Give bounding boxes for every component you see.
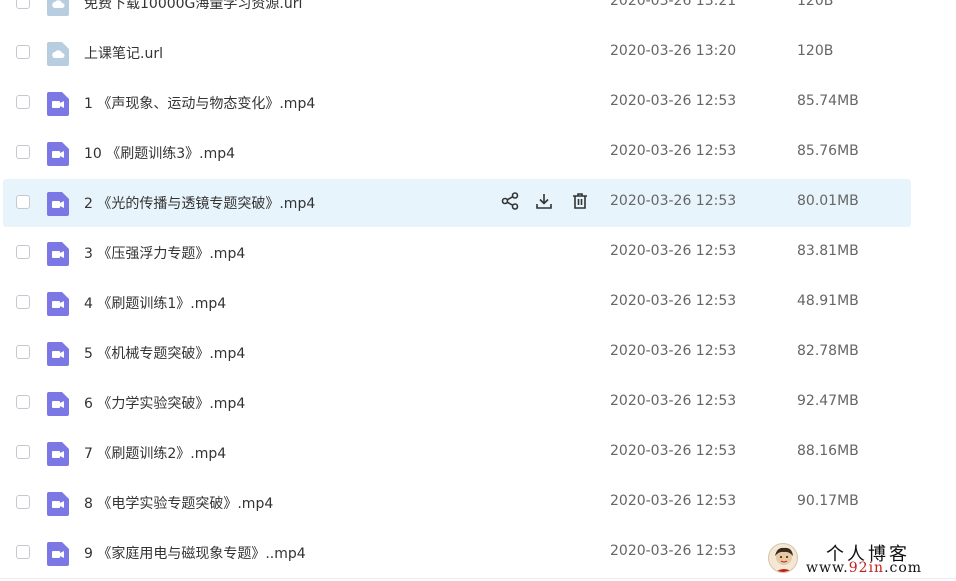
file-row[interactable]: 免费下载10000G海量学习资源.url 2020-03-26 13:21 120B [0, 0, 956, 28]
file-row[interactable]: 7 《刷题训练2》.mp4 2020-03-26 12:53 88.16MB [0, 428, 956, 478]
file-list: 免费下载10000G海量学习资源.url 2020-03-26 13:21 120B… [0, 0, 956, 578]
video-file-icon [47, 292, 69, 316]
row-checkbox[interactable] [16, 45, 30, 59]
file-size: 82.78MB [797, 343, 859, 359]
file-row[interactable]: 2 《光的传播与透镜专题突破》.mp4 2020-03-26 12:53 80.01… [0, 178, 956, 228]
row-checkbox[interactable] [16, 245, 30, 259]
file-name[interactable]: 9 《家庭用电与磁现象专题》..mp4 [84, 543, 306, 563]
row-checkbox[interactable] [16, 445, 30, 459]
video-file-icon [47, 342, 69, 366]
file-time: 2020-03-26 13:21 [610, 0, 737, 9]
file-row[interactable]: 4 《刷题训练1》.mp4 2020-03-26 12:53 48.91MB [0, 278, 956, 328]
file-name[interactable]: 3 《压强浮力专题》.mp4 [84, 243, 245, 263]
row-checkbox[interactable] [16, 345, 30, 359]
file-time: 2020-03-26 12:53 [610, 293, 737, 309]
file-row[interactable]: 10 《刷题训练3》.mp4 2020-03-26 12:53 85.76MB [0, 128, 956, 178]
file-name[interactable]: 免费下载10000G海量学习资源.url [84, 0, 302, 13]
video-file-icon [47, 242, 69, 266]
file-time: 2020-03-26 12:53 [610, 243, 737, 259]
file-name[interactable]: 5 《机械专题突破》.mp4 [84, 343, 245, 363]
file-size: 83.81MB [797, 243, 859, 259]
file-row[interactable]: 6 《力学实验突破》.mp4 2020-03-26 12:53 92.47MB [0, 378, 956, 428]
file-size: 120B [797, 43, 834, 59]
row-checkbox[interactable] [16, 395, 30, 409]
file-time: 2020-03-26 12:53 [610, 493, 737, 509]
file-time: 2020-03-26 12:53 [610, 343, 737, 359]
file-row[interactable]: 1 《声现象、运动与物态变化》.mp4 2020-03-26 12:53 85.74… [0, 78, 956, 128]
file-time: 2020-03-26 12:53 [610, 543, 737, 559]
share-icon[interactable] [500, 191, 520, 211]
file-size: 48.91MB [797, 293, 859, 309]
row-checkbox[interactable] [16, 195, 30, 209]
watermark: 个人博客 www.92in.com [760, 538, 956, 581]
file-row[interactable]: 3 《压强浮力专题》.mp4 2020-03-26 12:53 83.81MB [0, 228, 956, 278]
watermark-url: www.92in.com [806, 560, 923, 576]
file-size: 85.76MB [797, 143, 859, 159]
bottom-divider [0, 578, 956, 579]
file-size: 92.47MB [797, 393, 859, 409]
file-name[interactable]: 8 《电学实验专题突破》.mp4 [84, 493, 273, 513]
video-file-icon [47, 492, 69, 516]
video-file-icon [47, 442, 69, 466]
row-checkbox[interactable] [16, 295, 30, 309]
file-size: 85.74MB [797, 93, 859, 109]
video-file-icon [47, 392, 69, 416]
file-time: 2020-03-26 13:20 [610, 43, 737, 59]
file-time: 2020-03-26 12:53 [610, 93, 737, 109]
row-checkbox[interactable] [16, 145, 30, 159]
row-checkbox[interactable] [16, 545, 30, 559]
file-row[interactable]: 8 《电学实验专题突破》.mp4 2020-03-26 12:53 90.17MB [0, 478, 956, 528]
file-time: 2020-03-26 12:53 [610, 443, 737, 459]
video-file-icon [47, 192, 69, 216]
file-size: 90.17MB [797, 493, 859, 509]
file-time: 2020-03-26 12:53 [610, 193, 737, 209]
row-checkbox[interactable] [16, 495, 30, 509]
file-name[interactable]: 7 《刷题训练2》.mp4 [84, 443, 226, 463]
file-size: 80.01MB [797, 193, 859, 209]
file-name[interactable]: 上课笔记.url [84, 43, 163, 63]
file-row[interactable]: 5 《机械专题突破》.mp4 2020-03-26 12:53 82.78MB [0, 328, 956, 378]
file-name[interactable]: 6 《力学实验突破》.mp4 [84, 393, 245, 413]
file-size: 88.16MB [797, 443, 859, 459]
file-size: 120B [797, 0, 834, 9]
file-time: 2020-03-26 12:53 [610, 393, 737, 409]
file-name[interactable]: 1 《声现象、运动与物态变化》.mp4 [84, 93, 315, 113]
file-name[interactable]: 10 《刷题训练3》.mp4 [84, 143, 235, 163]
watermark-avatar [768, 543, 798, 573]
trash-icon[interactable] [570, 191, 590, 211]
link-file-icon [47, 42, 69, 66]
file-time: 2020-03-26 12:53 [610, 143, 737, 159]
link-file-icon [47, 0, 69, 16]
file-row[interactable]: 上课笔记.url 2020-03-26 13:20 120B [0, 28, 956, 78]
download-icon[interactable] [534, 191, 554, 211]
video-file-icon [47, 92, 69, 116]
video-file-icon [47, 542, 69, 566]
file-name[interactable]: 2 《光的传播与透镜专题突破》.mp4 [84, 193, 315, 213]
file-name[interactable]: 4 《刷题训练1》.mp4 [84, 293, 226, 313]
row-checkbox[interactable] [16, 95, 30, 109]
video-file-icon [47, 142, 69, 166]
row-checkbox[interactable] [16, 0, 30, 9]
